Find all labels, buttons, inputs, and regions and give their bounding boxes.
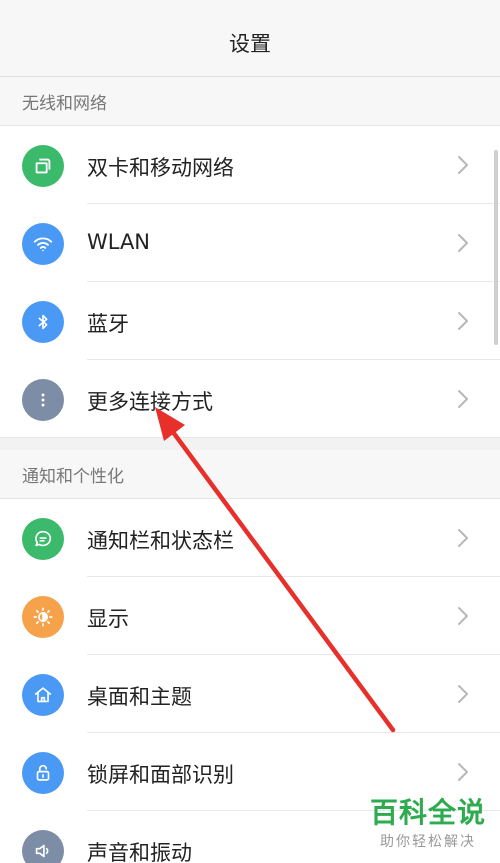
watermark-logo: 百科全说 助你轻松解决: [370, 799, 486, 851]
speaker-icon: [22, 830, 64, 863]
settings-item-label: 通知栏和状态栏: [87, 529, 234, 553]
watermark-main: 百科全说: [369, 796, 486, 829]
settings-item-wlan[interactable]: WLAN: [0, 204, 500, 282]
chevron-right-icon: [458, 607, 468, 625]
chevron-right-icon: [458, 685, 468, 703]
settings-item-label: WLAN: [87, 230, 151, 254]
chevron-right-icon: [458, 529, 468, 547]
settings-item-dual-sim[interactable]: 双卡和移动网络: [0, 126, 500, 204]
chevron-right-icon: [458, 156, 468, 174]
settings-item-display[interactable]: 显示: [0, 577, 500, 655]
settings-screen: 设置 无线和网络 双卡和移动网络 WLAN 蓝牙 更多连接方式 通知和个性化 通…: [0, 0, 500, 863]
settings-item-label: 双卡和移动网络: [87, 156, 234, 180]
chevron-right-icon: [458, 234, 468, 252]
settings-item-bluetooth[interactable]: 蓝牙: [0, 282, 500, 360]
chevron-right-icon: [458, 390, 468, 408]
settings-item-desktop-theme[interactable]: 桌面和主题: [0, 655, 500, 733]
scrollbar[interactable]: [494, 150, 498, 345]
settings-item-label: 锁屏和面部识别: [87, 763, 234, 787]
section-header-notifications: 通知和个性化: [0, 450, 500, 499]
message-bubble-icon: [22, 518, 64, 560]
sim-card-icon: [22, 145, 64, 187]
brightness-icon: [22, 596, 64, 638]
settings-item-notification-bar[interactable]: 通知栏和状态栏: [0, 499, 500, 577]
section-spacer: [0, 437, 500, 450]
watermark-sub: 助你轻松解决: [379, 834, 476, 850]
section-title: 通知和个性化: [22, 466, 124, 487]
page-title: 设置: [229, 32, 271, 56]
lock-icon: [22, 752, 64, 794]
settings-item-more-connections[interactable]: 更多连接方式: [0, 360, 500, 438]
bluetooth-icon: [22, 301, 64, 343]
section-header-wireless: 无线和网络: [0, 77, 500, 126]
home-icon: [22, 674, 64, 716]
chevron-right-icon: [458, 763, 468, 781]
chevron-right-icon: [458, 312, 468, 330]
settings-item-label: 显示: [87, 607, 129, 631]
more-dots-icon: [22, 379, 64, 421]
settings-item-label: 声音和振动: [87, 841, 192, 863]
settings-item-label: 桌面和主题: [87, 685, 192, 709]
title-bar: 设置: [0, 0, 500, 77]
settings-item-label: 更多连接方式: [87, 390, 213, 414]
settings-item-label: 蓝牙: [87, 312, 129, 336]
wifi-icon: [22, 223, 64, 265]
section-title: 无线和网络: [22, 93, 107, 114]
